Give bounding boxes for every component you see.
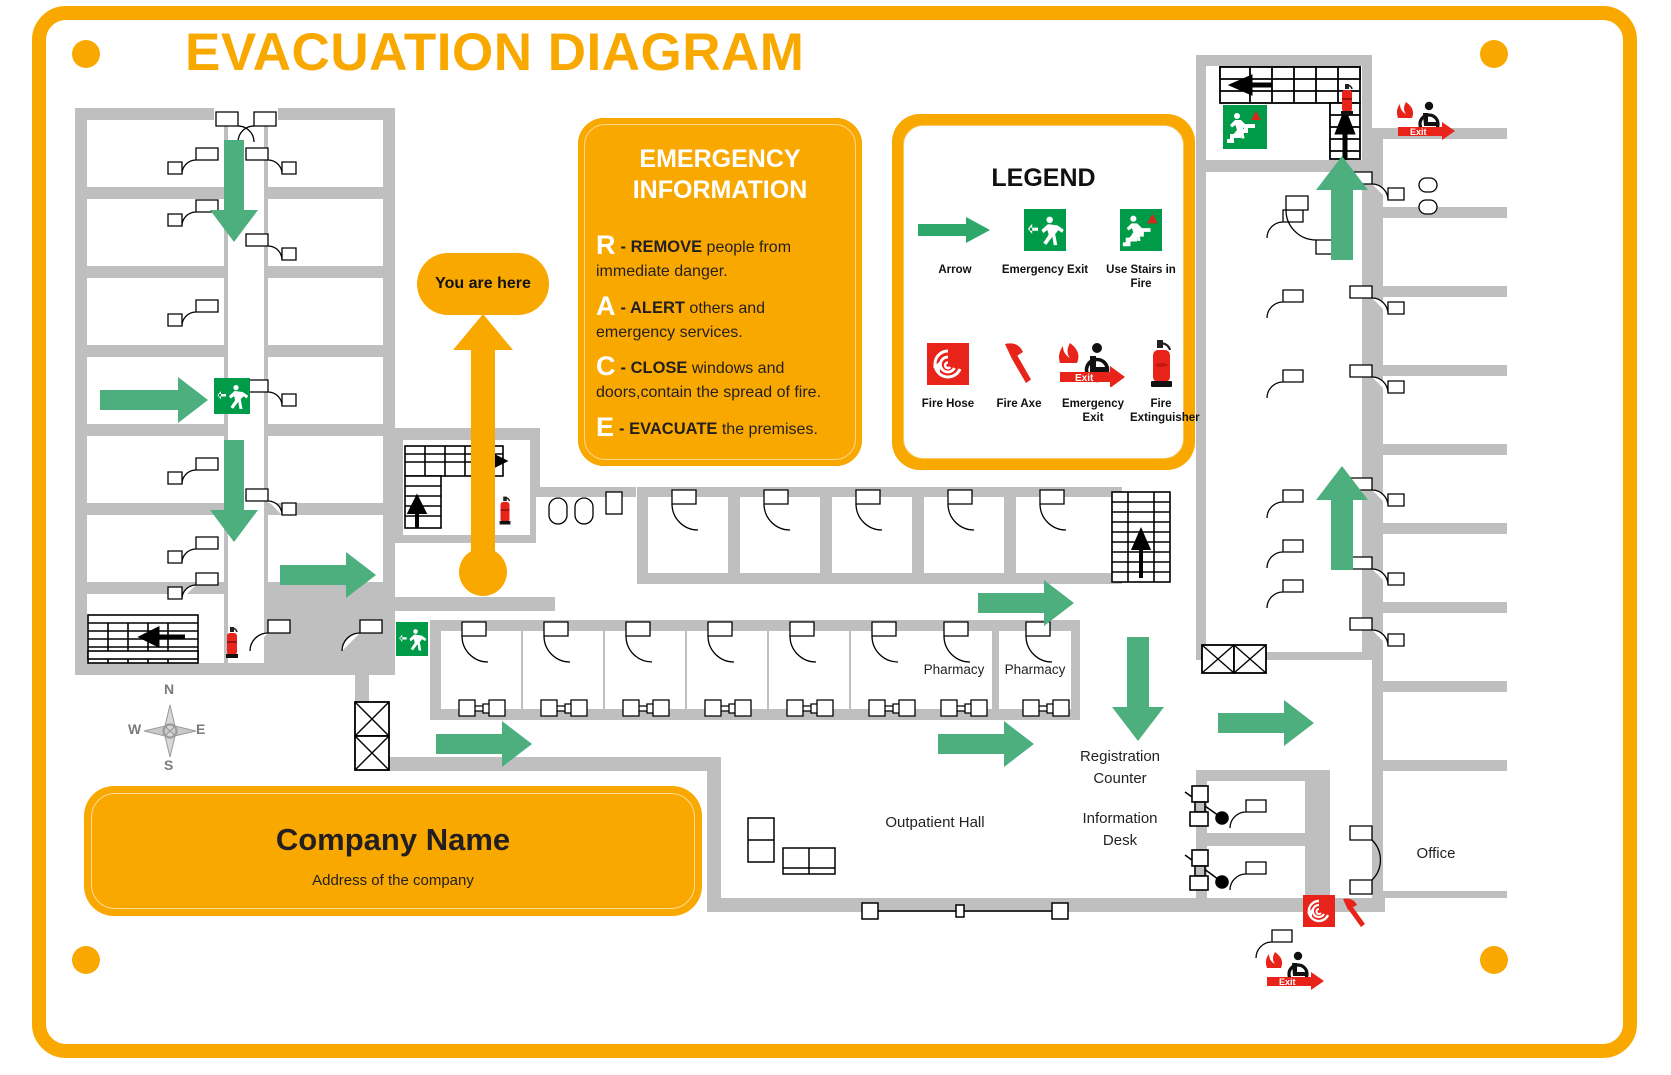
room-label-pharmacy-1: Pharmacy <box>923 662 985 677</box>
compass-label-east: E <box>196 721 206 737</box>
evacuation-diagram-page: EVACUATION DIAGRAM Exit Exit Pharmacy Ph… <box>0 0 1671 1075</box>
compass-rose: N S E W <box>128 681 210 773</box>
emergency-exit-icon <box>996 202 1094 258</box>
frame-dot-top-left <box>72 40 100 68</box>
emergency-step-letter-a: A <box>596 290 616 321</box>
emergency-step-r: R- REMOVE people from immediate danger. <box>596 228 848 283</box>
legend-label-accessible-emergency-exit: Emergency Exit <box>1061 398 1124 425</box>
legend-label-arrow: Arrow <box>938 264 972 276</box>
legend-title: LEGEND <box>991 164 1096 192</box>
legend-label-fire-extinguisher: Fire Extinguisher <box>1130 398 1200 425</box>
you-are-here-dot <box>459 548 507 596</box>
svg-text:Exit: Exit <box>1075 373 1094 384</box>
frame-dot-bottom-left <box>72 946 100 974</box>
legend-item-arrow: Arrow <box>914 202 996 277</box>
you-are-here-label: You are here <box>435 275 531 292</box>
fire-extinguisher-icon <box>1130 336 1192 392</box>
emergency-step-a: A- ALERT others and emergency services. <box>596 289 848 344</box>
room-label-registration-counter-line1: Registration <box>1079 748 1161 765</box>
legend-item-accessible-emergency-exit: Exit Emergency Exit <box>1050 336 1136 425</box>
page-title: EVACUATION DIAGRAM <box>185 23 805 82</box>
emergency-step-keyword-r: - REMOVE <box>620 238 703 256</box>
emergency-title-line2: INFORMATION <box>632 176 808 205</box>
legend-item-use-stairs-in-fire: Use Stairs in Fire <box>1095 202 1187 291</box>
compass-label-north: N <box>164 681 175 697</box>
use-stairs-in-fire-icon-plan <box>1223 105 1267 149</box>
company-name: Company Name <box>275 822 511 857</box>
fire-extinguisher-icon-plan-center <box>496 495 514 527</box>
room-label-outpatient-hall: Outpatient Hall <box>885 814 985 831</box>
emergency-step-text-e: the premises. <box>717 420 818 438</box>
company-address: Address of the company <box>312 872 474 889</box>
accessible-emergency-exit-icon-topright: Exit <box>1396 100 1458 140</box>
compass-label-south: S <box>164 757 174 773</box>
svg-text:Exit: Exit <box>1410 127 1427 137</box>
emergency-title-line1: EMERGENCY <box>639 145 801 173</box>
frame-dot-bottom-right <box>1480 946 1508 974</box>
legend-label-fire-axe: Fire Axe <box>996 398 1042 410</box>
emergency-exit-icon-lower-left <box>396 622 428 656</box>
accessible-emergency-exit-icon: Exit <box>1050 336 1136 392</box>
room-label-registration-counter-line2: Counter <box>1093 770 1147 787</box>
legend-item-fire-axe: Fire Axe <box>984 336 1054 411</box>
you-are-here-marker: You are here <box>417 253 549 315</box>
svg-text:Exit: Exit <box>1279 977 1296 987</box>
emergency-step-c: C- CLOSE windows and doors,contain the s… <box>596 349 848 404</box>
emergency-step-keyword-a: - ALERT <box>620 298 685 317</box>
compass-label-west: W <box>128 721 142 737</box>
use-stairs-in-fire-icon <box>1095 202 1187 258</box>
legend-label-use-stairs-in-fire: Use Stairs in Fire <box>1106 264 1176 291</box>
emergency-information-title: EMERGENCY INFORMATION <box>578 144 862 207</box>
company-info-box: Company Name Address of the company <box>84 786 702 916</box>
room-label-pharmacy-2: Pharmacy <box>1004 662 1066 677</box>
legend-item-emergency-exit: Emergency Exit <box>996 202 1094 277</box>
emergency-step-letter-r: R <box>596 230 616 260</box>
emergency-step-e: E- EVACUATE the premises. <box>596 410 848 444</box>
emergency-step-keyword-c: - CLOSE <box>620 359 688 378</box>
legend-panel: LEGEND Arrow Emergency Exit Use Stairs i… <box>892 114 1200 470</box>
room-label-office: Office <box>1416 845 1456 862</box>
green-arrow-icon <box>914 202 996 258</box>
room-label-information-desk-line2: Desk <box>1102 832 1138 849</box>
fire-hose-axe-icon-plan <box>1303 893 1369 929</box>
legend-item-fire-extinguisher: Fire Extinguisher <box>1130 336 1200 425</box>
legend-item-fire-hose: Fire Hose <box>910 336 986 411</box>
emergency-step-letter-e: E <box>596 411 615 442</box>
emergency-step-keyword-e: - EVACUATE <box>619 419 718 438</box>
room-label-information-desk-line1: Information <box>1082 810 1158 827</box>
fire-extinguisher-icon-plan-topright <box>1337 82 1357 118</box>
accessible-emergency-exit-icon-bottom: Exit <box>1265 950 1327 990</box>
legend-label-fire-hose: Fire Hose <box>921 398 975 410</box>
fire-hose-icon <box>910 336 986 392</box>
frame-dot-top-right <box>1480 40 1508 68</box>
emergency-information-panel: EMERGENCY INFORMATION R- REMOVE people f… <box>578 118 862 466</box>
emergency-exit-icon-left <box>214 378 250 414</box>
fire-axe-icon <box>984 336 1054 392</box>
emergency-step-letter-c: C <box>596 351 616 382</box>
legend-label-emergency-exit: Emergency Exit <box>1001 264 1089 276</box>
fire-extinguisher-icon-plan-left <box>222 626 242 660</box>
emergency-information-list: R- REMOVE people from immediate danger. … <box>596 228 848 450</box>
